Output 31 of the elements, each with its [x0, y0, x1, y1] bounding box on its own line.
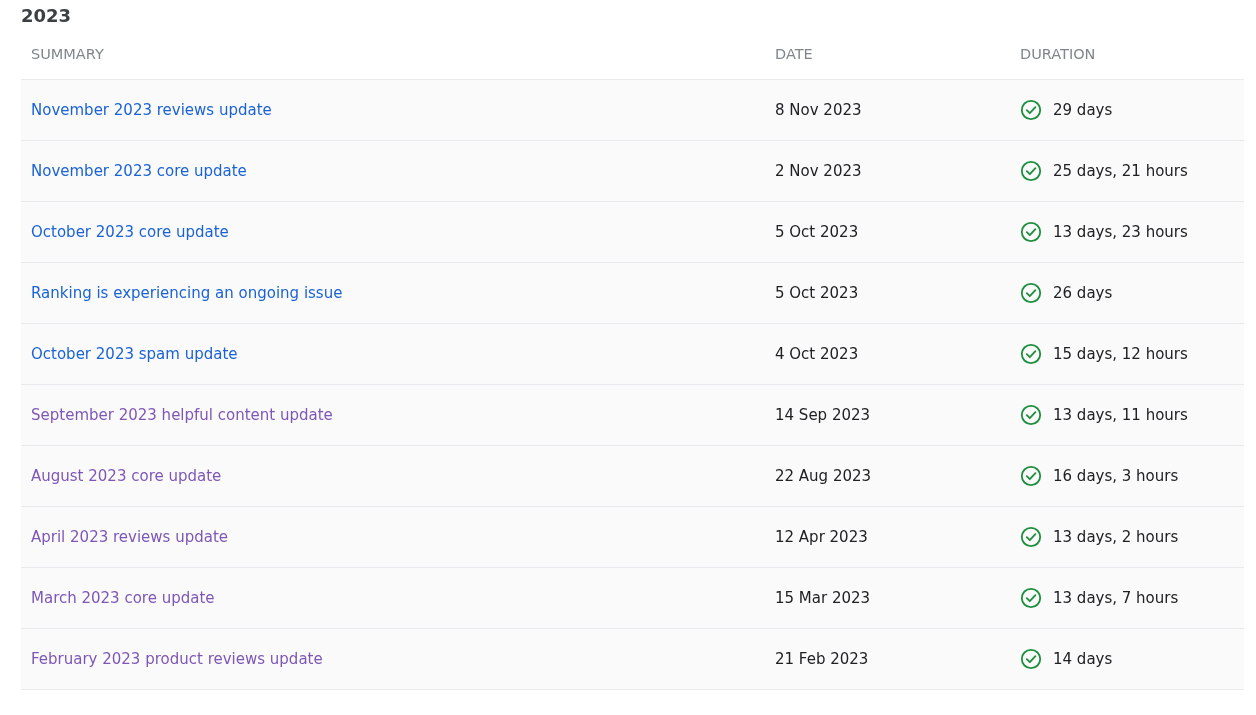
- incident-link[interactable]: October 2023 spam update: [31, 345, 238, 363]
- date-cell: 21 Feb 2023: [765, 629, 1010, 690]
- incident-link[interactable]: November 2023 core update: [31, 162, 247, 180]
- duration-text: 26 days: [1053, 284, 1113, 302]
- duration-text: 25 days, 21 hours: [1053, 162, 1188, 180]
- incident-link[interactable]: August 2023 core update: [31, 467, 222, 485]
- date-cell: 14 Sep 2023: [765, 385, 1010, 446]
- incident-link[interactable]: November 2023 reviews update: [31, 101, 272, 119]
- duration-text: 15 days, 12 hours: [1053, 345, 1188, 363]
- incident-link[interactable]: March 2023 core update: [31, 589, 215, 607]
- section-title: 2023: [21, 4, 73, 28]
- incident-link[interactable]: February 2023 product reviews update: [31, 650, 323, 668]
- date-cell: 12 Apr 2023: [765, 507, 1010, 568]
- incident-link[interactable]: Ranking is experiencing an ongoing issue: [31, 284, 343, 302]
- duration-text: 16 days, 3 hours: [1053, 467, 1179, 485]
- duration-text: 29 days: [1053, 101, 1113, 119]
- incident-link[interactable]: October 2023 core update: [31, 223, 229, 241]
- incident-link[interactable]: September 2023 helpful content update: [31, 406, 333, 424]
- date-cell: 8 Nov 2023: [765, 80, 1010, 141]
- date-cell: 2 Nov 2023: [765, 141, 1010, 202]
- date-cell: 15 Mar 2023: [765, 568, 1010, 629]
- duration-text: 13 days, 2 hours: [1053, 528, 1179, 546]
- duration-text: 13 days, 23 hours: [1053, 223, 1188, 241]
- date-cell: 5 Oct 2023: [765, 263, 1010, 324]
- incident-link[interactable]: April 2023 reviews update: [31, 528, 229, 546]
- date-cell: 5 Oct 2023: [765, 202, 1010, 263]
- duration-text: 14 days: [1053, 650, 1113, 668]
- duration-text: 13 days, 11 hours: [1053, 406, 1188, 424]
- date-cell: 22 Aug 2023: [765, 446, 1010, 507]
- date-cell: 4 Oct 2023: [765, 324, 1010, 385]
- duration-text: 13 days, 7 hours: [1053, 589, 1179, 607]
